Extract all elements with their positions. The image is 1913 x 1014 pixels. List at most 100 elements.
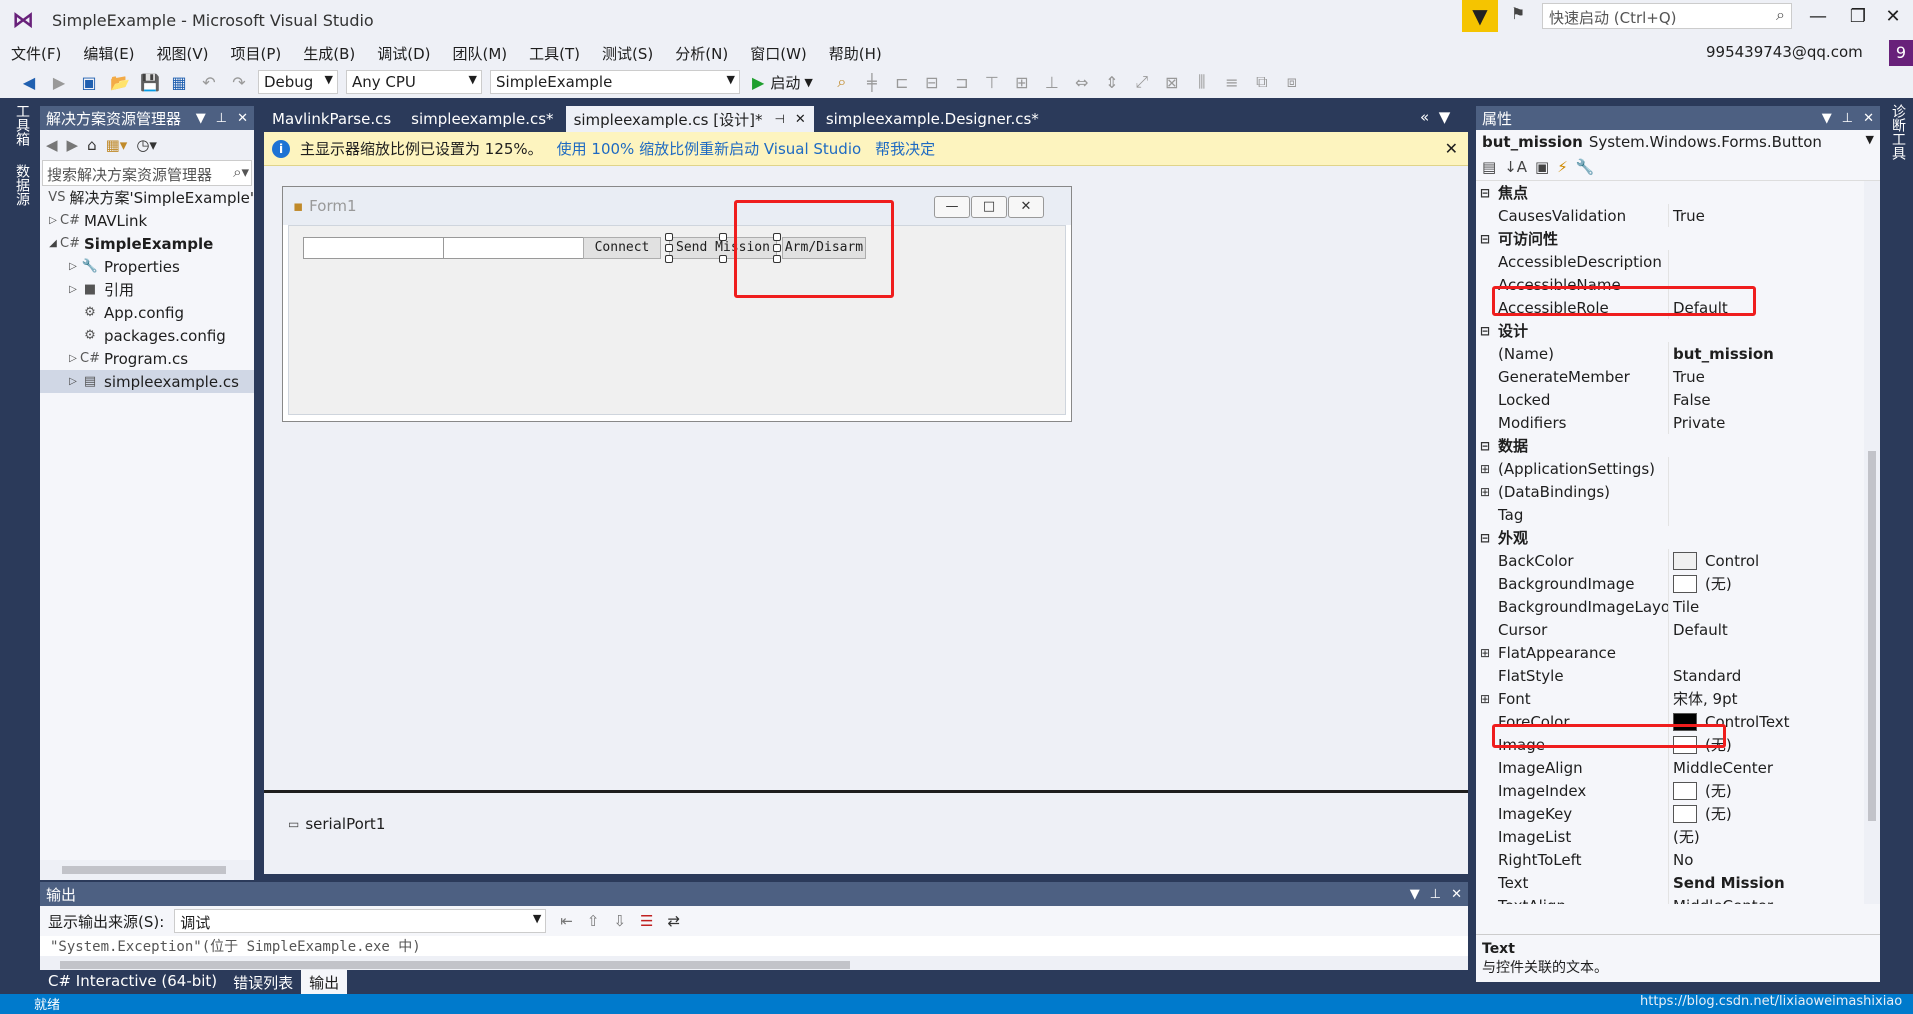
new-project-icon[interactable]: ▣ bbox=[80, 73, 98, 92]
undo-icon[interactable]: ↶ bbox=[200, 73, 218, 92]
property-row[interactable]: RightToLeft No bbox=[1476, 848, 1880, 871]
tree-item[interactable]: ▷ 🔧 Properties bbox=[40, 255, 254, 278]
baud-combobox[interactable]: ⌄ bbox=[443, 237, 603, 259]
align-bottom-icon[interactable]: ⊥ bbox=[1043, 73, 1061, 92]
horizontal-spacing-icon[interactable]: ⫼ bbox=[1193, 72, 1211, 92]
property-row[interactable]: ⊞ FlatAppearance bbox=[1476, 641, 1880, 664]
notifications-icon[interactable]: ⚑ bbox=[1506, 4, 1530, 28]
pin-icon[interactable]: ⊣ bbox=[774, 112, 784, 126]
port-combobox[interactable]: ⌄ bbox=[303, 237, 463, 259]
property-value[interactable] bbox=[1668, 457, 1880, 480]
property-row[interactable]: Text Send Mission bbox=[1476, 871, 1880, 894]
document-tab[interactable]: simpleexample.Designer.cs* bbox=[818, 106, 1047, 132]
property-category[interactable]: ⊟ 焦点 bbox=[1476, 181, 1880, 204]
resize-handle[interactable] bbox=[665, 233, 673, 241]
expander-icon[interactable]: ⊟ bbox=[1476, 232, 1494, 246]
property-row[interactable]: ⊞ (DataBindings) bbox=[1476, 480, 1880, 503]
menu-item[interactable]: 文件(F) bbox=[0, 43, 72, 64]
resize-handle[interactable] bbox=[719, 233, 727, 241]
data-sources-tab[interactable]: 数据源 bbox=[12, 164, 32, 206]
form1-window[interactable]: ▪ Form1 — □ ✕ ⌄ ⌄ Connect Send Mission A… bbox=[282, 186, 1072, 422]
align-middle-icon[interactable]: ⊞ bbox=[1013, 73, 1031, 92]
find-message-icon[interactable]: ⇤ bbox=[560, 912, 573, 930]
property-category[interactable]: ⊟ 数据 bbox=[1476, 434, 1880, 457]
tree-item[interactable]: ▷ ■ 引用 bbox=[40, 278, 254, 301]
expander-icon[interactable]: ◢ bbox=[46, 238, 60, 249]
bottom-tab[interactable]: 错误列表 bbox=[225, 970, 301, 994]
feedback-filter-icon[interactable]: ▼ bbox=[1462, 0, 1498, 32]
property-row[interactable]: AccessibleDescription bbox=[1476, 250, 1880, 273]
property-row[interactable]: ⊞ (ApplicationSettings) bbox=[1476, 457, 1880, 480]
property-row[interactable]: GenerateMember True bbox=[1476, 365, 1880, 388]
resize-handle[interactable] bbox=[665, 255, 673, 263]
property-row[interactable]: (Name) but_mission bbox=[1476, 342, 1880, 365]
home-icon[interactable]: ⌂ bbox=[87, 136, 97, 154]
user-account[interactable]: 995439743@qq.com bbox=[1706, 43, 1863, 61]
clear-all-icon[interactable]: ☰ bbox=[640, 912, 653, 930]
property-value[interactable] bbox=[1668, 503, 1880, 526]
startup-project-select[interactable]: SimpleExample ▼ bbox=[490, 70, 740, 94]
property-value[interactable]: (无) bbox=[1668, 825, 1880, 848]
same-size-icon[interactable]: ⤢ bbox=[1133, 72, 1151, 92]
properties-icon[interactable]: ▣ bbox=[1535, 158, 1549, 176]
property-value[interactable] bbox=[1668, 250, 1880, 273]
property-row[interactable]: BackgroundImageLayout Tile bbox=[1476, 595, 1880, 618]
word-wrap-icon[interactable]: ⇄ bbox=[667, 912, 680, 930]
property-row[interactable]: BackgroundImage (无) bbox=[1476, 572, 1880, 595]
tree-item[interactable]: ◢ C# SimpleExample bbox=[40, 232, 254, 255]
property-value[interactable]: No bbox=[1668, 848, 1880, 871]
property-row[interactable]: ImageList (无) bbox=[1476, 825, 1880, 848]
expander-icon[interactable]: ⊟ bbox=[1476, 531, 1494, 545]
menu-item[interactable]: 团队(M) bbox=[442, 43, 519, 64]
pin-icon[interactable]: ⊥ bbox=[1842, 111, 1853, 126]
resize-handle[interactable] bbox=[665, 244, 673, 252]
previous-message-icon[interactable]: ⇧ bbox=[587, 912, 600, 930]
tree-item[interactable]: ▷ C# MAVLink bbox=[40, 209, 254, 232]
pin-icon[interactable]: ⊥ bbox=[1430, 887, 1441, 902]
tree-item[interactable]: VS 解决方案'SimpleExample' bbox=[40, 186, 254, 209]
restart-100-link[interactable]: 使用 100% 缩放比例重新启动 Visual Studio bbox=[557, 138, 862, 159]
expander-icon[interactable]: ▷ bbox=[66, 261, 80, 272]
close-icon[interactable]: ✕ bbox=[1445, 139, 1458, 158]
property-value[interactable]: Private bbox=[1668, 411, 1880, 434]
expander-icon[interactable]: ⊞ bbox=[1476, 462, 1494, 476]
send-to-back-icon[interactable]: ⧈ bbox=[1283, 72, 1301, 92]
property-value[interactable]: False bbox=[1668, 388, 1880, 411]
dropdown-icon[interactable]: ▼ bbox=[1410, 887, 1420, 902]
expander-icon[interactable]: ⊞ bbox=[1476, 646, 1494, 660]
property-value[interactable]: MiddleCenter bbox=[1668, 756, 1880, 779]
menu-item[interactable]: 视图(V) bbox=[146, 43, 220, 64]
diagnostic-tools-tab[interactable]: 诊断工具 bbox=[1888, 104, 1908, 160]
property-row[interactable]: ⊞ Font 宋体, 9pt bbox=[1476, 687, 1880, 710]
expander-icon[interactable]: ▷ bbox=[66, 376, 80, 387]
solution-search-input[interactable]: 搜索解决方案资源管理器 ⌕▾ bbox=[42, 160, 252, 186]
back-icon[interactable]: ◀ bbox=[46, 136, 58, 154]
alphabetical-icon[interactable]: ↓A bbox=[1504, 158, 1527, 176]
menu-item[interactable]: 编辑(E) bbox=[72, 43, 145, 64]
document-tab[interactable]: simpleexample.cs [设计]* ⊣ ✕ bbox=[565, 106, 814, 132]
property-row[interactable]: ImageIndex (无) bbox=[1476, 779, 1880, 802]
find-icon[interactable]: ⌕ bbox=[833, 72, 851, 92]
close-icon[interactable]: ✕ bbox=[1863, 111, 1874, 126]
expander-icon[interactable]: ▷ bbox=[66, 353, 80, 364]
property-category[interactable]: ⊟ 可访问性 bbox=[1476, 227, 1880, 250]
pin-icon[interactable]: ⊥ bbox=[216, 111, 227, 126]
expander-icon[interactable]: ⊞ bbox=[1476, 485, 1494, 499]
property-row[interactable]: Cursor Default bbox=[1476, 618, 1880, 641]
forward-icon[interactable]: ▶ bbox=[50, 73, 68, 92]
align-right-icon[interactable]: ⊐ bbox=[953, 73, 971, 92]
align-top-icon[interactable]: ⊤ bbox=[983, 73, 1001, 92]
menu-item[interactable]: 测试(S) bbox=[591, 43, 664, 64]
open-file-icon[interactable]: 📂 bbox=[110, 73, 130, 92]
expander-icon[interactable]: ⊞ bbox=[1476, 692, 1494, 706]
same-width-icon[interactable]: ⇔ bbox=[1073, 73, 1091, 92]
close-button[interactable]: ✕ bbox=[1873, 6, 1913, 27]
close-icon[interactable]: ✕ bbox=[795, 112, 806, 127]
property-value[interactable]: (无) bbox=[1668, 779, 1880, 802]
menu-item[interactable]: 生成(B) bbox=[292, 43, 366, 64]
tree-item[interactable]: ⚙ packages.config bbox=[40, 324, 254, 347]
menu-item[interactable]: 工具(T) bbox=[518, 43, 591, 64]
property-pages-icon[interactable]: 🔧 bbox=[1576, 158, 1595, 176]
property-value[interactable]: (无) bbox=[1668, 572, 1880, 595]
events-icon[interactable]: ⚡ bbox=[1557, 158, 1568, 176]
